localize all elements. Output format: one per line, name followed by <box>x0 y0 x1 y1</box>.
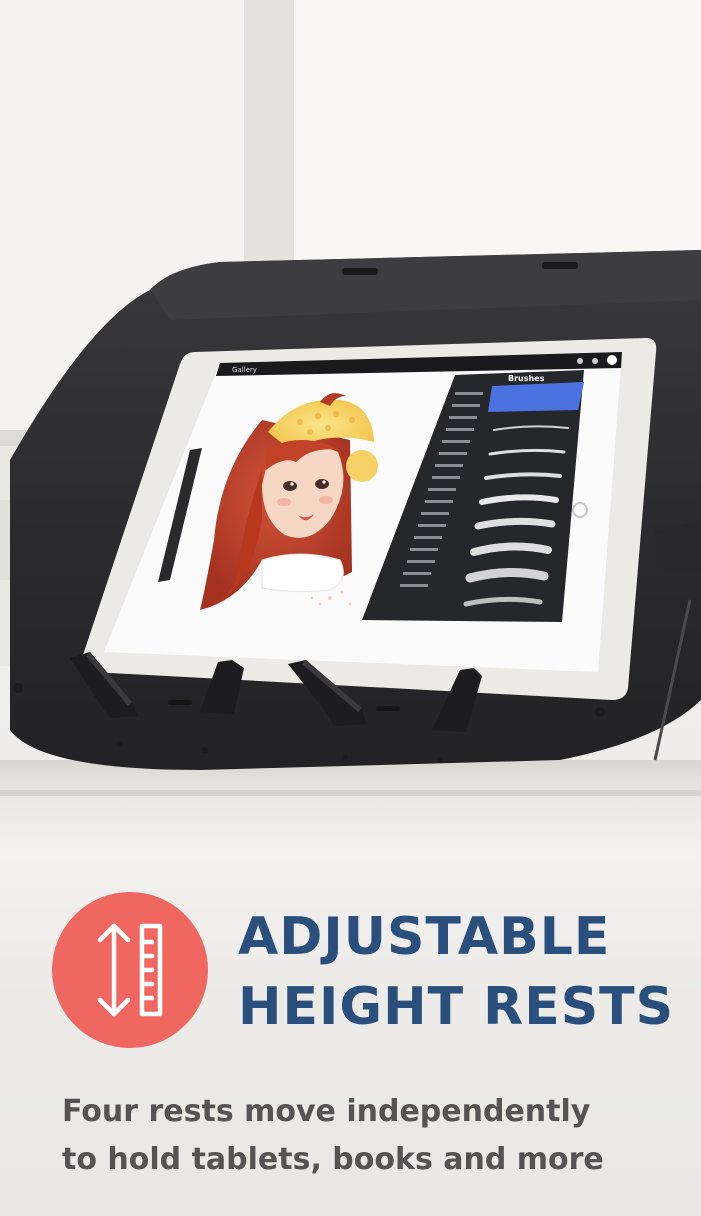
headline-line-1: ADJUSTABLE <box>238 907 611 967</box>
feature-badge <box>52 892 208 1048</box>
description-line-2: to hold tablets, books and more <box>62 1142 604 1177</box>
headline-line-2: HEIGHT RESTS <box>238 977 675 1037</box>
headline: ADJUSTABLE HEIGHT RESTS <box>238 902 674 1042</box>
gallery-label: Gallery <box>232 366 257 374</box>
description-line-1: Four rests move independently <box>62 1094 591 1129</box>
product-feature-card: Gallery Brushes ADJUSTABLE HEIGHT RESTS … <box>0 0 701 1216</box>
product-photo: Gallery Brushes <box>0 0 701 850</box>
feature-text-panel: ADJUSTABLE HEIGHT RESTS Four rests move … <box>0 850 701 1216</box>
feature-description: Four rests move independently to hold ta… <box>62 1088 604 1184</box>
height-adjust-ruler-icon <box>97 923 163 1017</box>
brushes-title: Brushes <box>508 374 545 383</box>
